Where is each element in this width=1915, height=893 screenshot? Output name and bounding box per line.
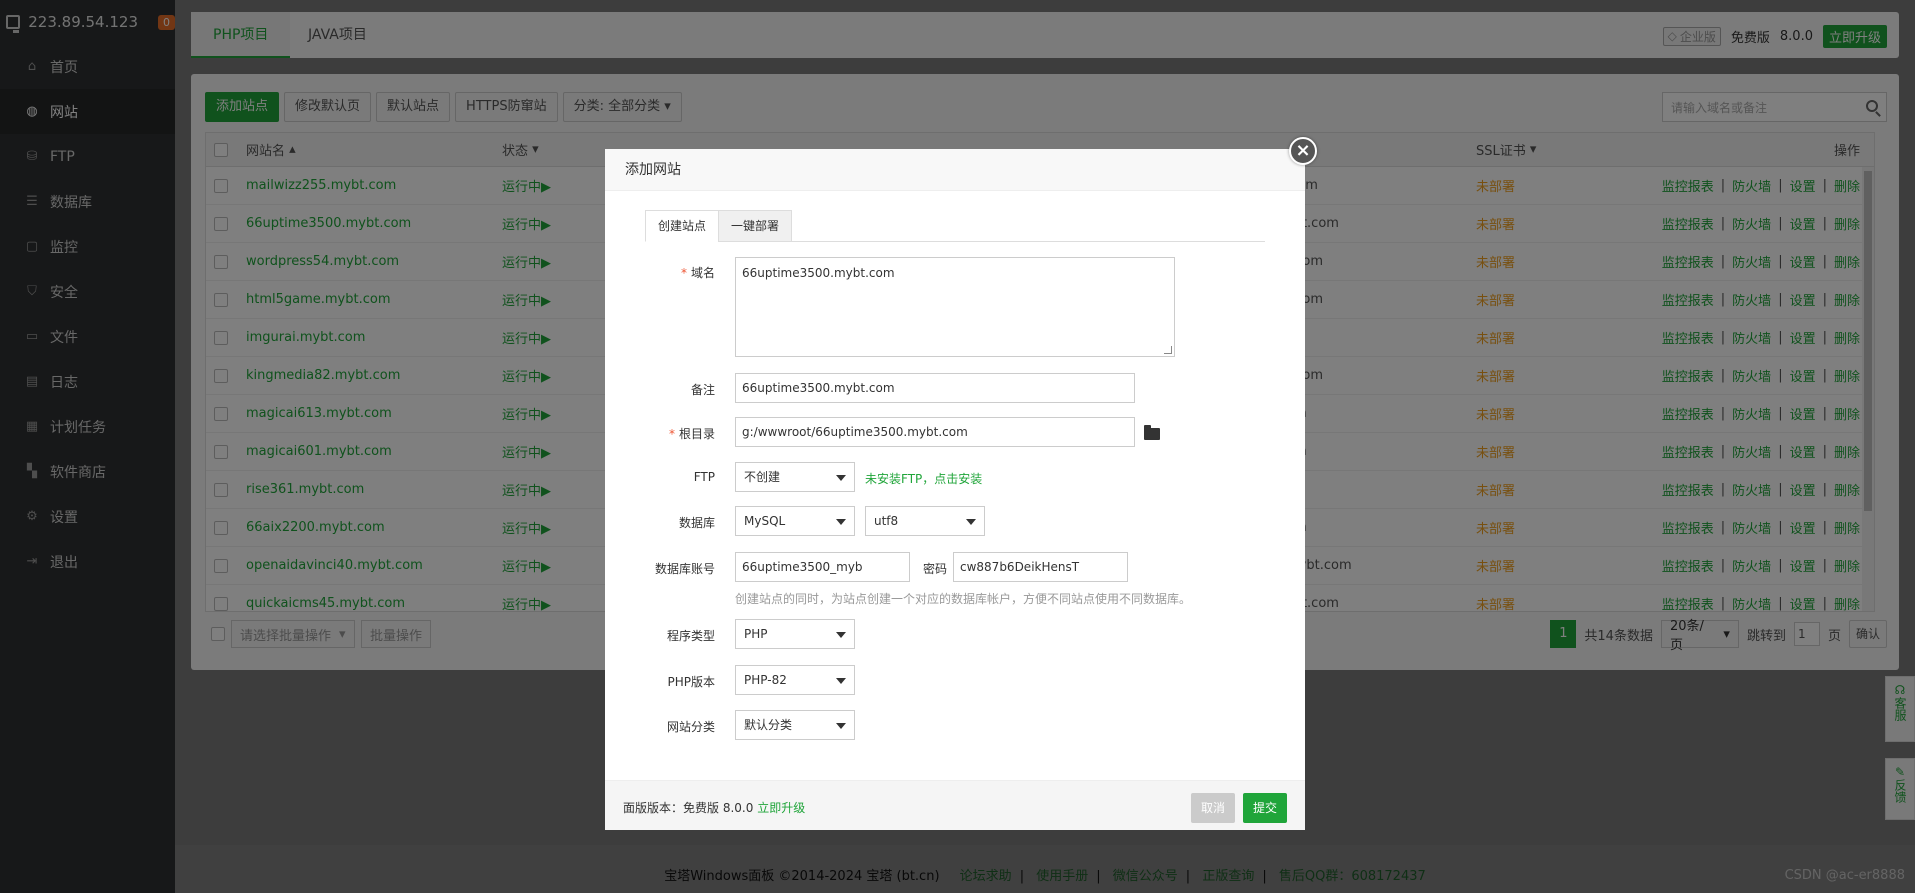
domain-label: * 域名: [595, 264, 715, 281]
folder-open-icon[interactable]: [1144, 425, 1160, 440]
password-label: 密码: [923, 562, 948, 576]
database-label: 数据库: [678, 516, 715, 530]
required-marker: *: [668, 427, 675, 441]
program-type-label: 程序类型: [666, 629, 715, 643]
caret-down-icon: [836, 475, 846, 481]
caret-down-icon: [836, 723, 846, 729]
caret-down-icon: [836, 632, 846, 638]
note-input[interactable]: 66uptime3500.mybt.com: [735, 373, 1135, 403]
db-account-label: 数据库账号: [654, 562, 715, 576]
submit-button[interactable]: 提交: [1242, 793, 1287, 823]
dialog-tabs: 创建站点 一键部署: [645, 210, 1265, 242]
site-category-select[interactable]: 默认分类: [735, 710, 855, 740]
php-version-label: PHP版本: [667, 675, 716, 689]
program-type-value: PHP: [744, 627, 768, 641]
caret-down-icon: [836, 519, 846, 525]
upgrade-link[interactable]: 立即升级: [757, 801, 805, 815]
domain-label-text: 域名: [690, 266, 715, 280]
panel-version-text: 面版版本：免费版 8.0.0: [623, 801, 754, 815]
tab-create-site[interactable]: 创建站点: [645, 210, 720, 242]
tab-one-click-deploy[interactable]: 一键部署: [718, 210, 793, 242]
root-dir-label-text: 根目录: [678, 427, 715, 441]
panel-version-info: 面版版本：免费版 8.0.0 立即升级: [623, 799, 805, 816]
domain-value: 66uptime3500.mybt.com: [742, 266, 895, 280]
close-icon[interactable]: ×: [1289, 137, 1317, 165]
add-site-dialog: 添加网站 × 创建站点 一键部署 * 域名 66uptime3500.mybt.c…: [605, 137, 1317, 830]
ftp-select[interactable]: 不创建: [735, 462, 855, 492]
root-dir-label: * 根目录: [595, 425, 715, 442]
caret-down-icon: [836, 678, 846, 684]
database-type-value: MySQL: [744, 514, 786, 528]
database-type-select[interactable]: MySQL: [735, 506, 855, 536]
site-category-label: 网站分类: [666, 720, 715, 734]
db-account-note: 创建站点的同时，为站点创建一个对应的数据库帐户，方便不同站点使用不同数据库。: [735, 592, 1192, 606]
domain-textarea[interactable]: 66uptime3500.mybt.com: [735, 257, 1175, 357]
dialog-footer: 面版版本：免费版 8.0.0 立即升级 取消 提交: [605, 780, 1305, 830]
note-label: 备注: [690, 383, 715, 397]
dialog-title: 添加网站: [605, 149, 1305, 191]
required-marker: *: [680, 266, 687, 280]
php-version-value: PHP-82: [744, 673, 787, 687]
site-category-value: 默认分类: [744, 718, 793, 732]
resize-grip-icon[interactable]: [1164, 346, 1172, 354]
password-input[interactable]: cw887b6DeikHensT: [953, 552, 1128, 582]
charset-value: utf8: [874, 514, 899, 528]
php-version-select[interactable]: PHP-82: [735, 665, 855, 695]
ftp-select-value: 不创建: [744, 470, 781, 484]
ftp-label: FTP: [693, 470, 715, 484]
cancel-button[interactable]: 取消: [1190, 793, 1235, 823]
install-ftp-link[interactable]: 未安装FTP，点击安装: [865, 470, 982, 487]
program-type-select[interactable]: PHP: [735, 619, 855, 649]
charset-select[interactable]: utf8: [865, 506, 985, 536]
root-dir-input[interactable]: g:/wwwroot/66uptime3500.mybt.com: [735, 417, 1135, 447]
db-account-input[interactable]: 66uptime3500_myb: [735, 552, 910, 582]
caret-down-icon: [966, 519, 976, 525]
